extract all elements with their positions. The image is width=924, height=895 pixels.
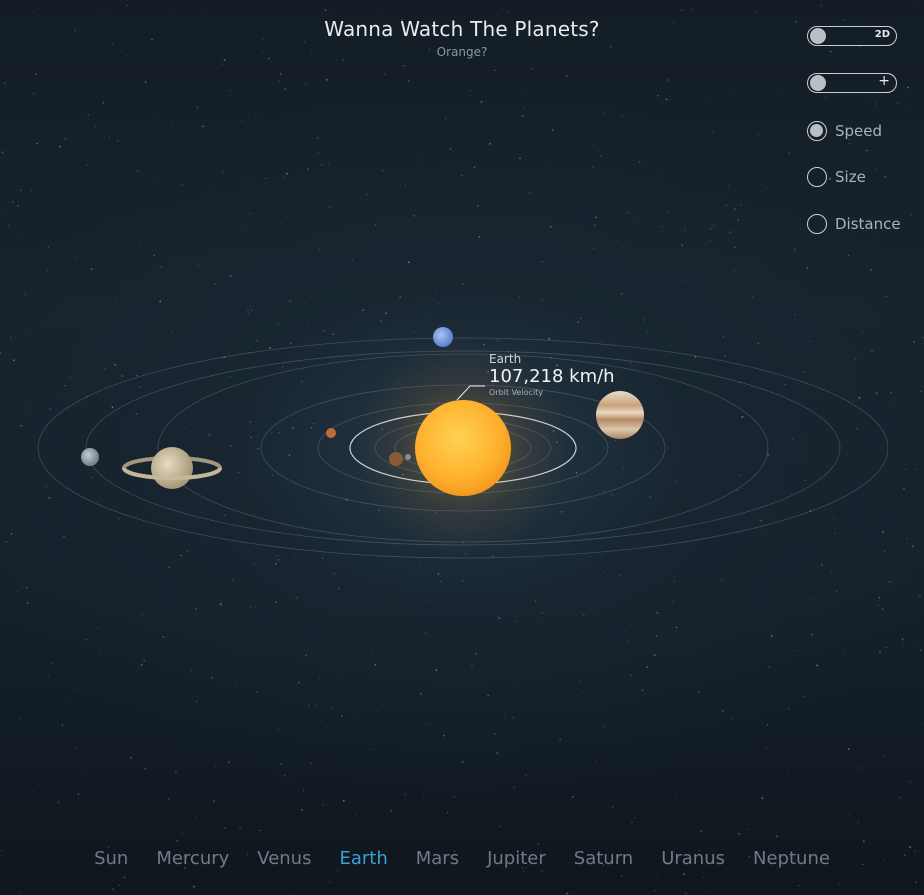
app-root: Wanna Watch The Planets? Orange? Earth 1… bbox=[0, 0, 924, 895]
planet-neptune[interactable] bbox=[433, 327, 453, 347]
radio-size-circle[interactable] bbox=[807, 167, 827, 187]
planet-venus[interactable] bbox=[389, 452, 403, 466]
sun[interactable] bbox=[415, 400, 511, 496]
toggle-knob bbox=[810, 28, 826, 44]
option-speed-label: Speed bbox=[835, 122, 883, 140]
planet-uranus[interactable] bbox=[81, 448, 99, 466]
nav-neptune[interactable]: Neptune bbox=[739, 848, 844, 869]
view-mode-toggle[interactable]: 2D bbox=[807, 26, 897, 46]
radio-distance-circle[interactable] bbox=[807, 214, 827, 234]
nav-uranus[interactable]: Uranus bbox=[647, 848, 739, 869]
option-speed[interactable]: Speed bbox=[807, 119, 882, 143]
planet-info-label: Earth 107,218 km/h Orbit Velocity bbox=[489, 352, 615, 397]
option-distance[interactable]: Distance bbox=[807, 212, 901, 236]
nav-earth[interactable]: Earth bbox=[325, 848, 401, 869]
planet-mercury[interactable] bbox=[405, 454, 411, 460]
nav-jupiter[interactable]: Jupiter bbox=[473, 848, 560, 869]
nav-mercury[interactable]: Mercury bbox=[142, 848, 243, 869]
option-size-label: Size bbox=[835, 168, 866, 186]
info-value: 107,218 km/h bbox=[489, 366, 615, 387]
option-size[interactable]: Size bbox=[807, 165, 866, 189]
nav-sun[interactable]: Sun bbox=[80, 848, 142, 869]
planet-saturn[interactable] bbox=[122, 447, 222, 489]
view-mode-label: 2D bbox=[874, 29, 890, 40]
toggle-knob bbox=[810, 75, 826, 91]
zoom-toggle[interactable]: + bbox=[807, 73, 897, 93]
planet-jupiter[interactable] bbox=[596, 391, 644, 439]
info-planet-name: Earth bbox=[489, 352, 522, 366]
plus-icon: + bbox=[878, 73, 890, 89]
planet-mars[interactable] bbox=[326, 428, 336, 438]
planet-nav: Sun Mercury Venus Earth Mars Jupiter Sat… bbox=[0, 848, 924, 869]
solar-system-view bbox=[37, 327, 889, 559]
option-distance-label: Distance bbox=[835, 215, 901, 233]
info-metric: Orbit Velocity bbox=[489, 388, 543, 397]
nav-venus[interactable]: Venus bbox=[243, 848, 325, 869]
nav-saturn[interactable]: Saturn bbox=[560, 848, 647, 869]
nav-mars[interactable]: Mars bbox=[402, 848, 473, 869]
radio-speed-circle[interactable] bbox=[807, 121, 827, 141]
